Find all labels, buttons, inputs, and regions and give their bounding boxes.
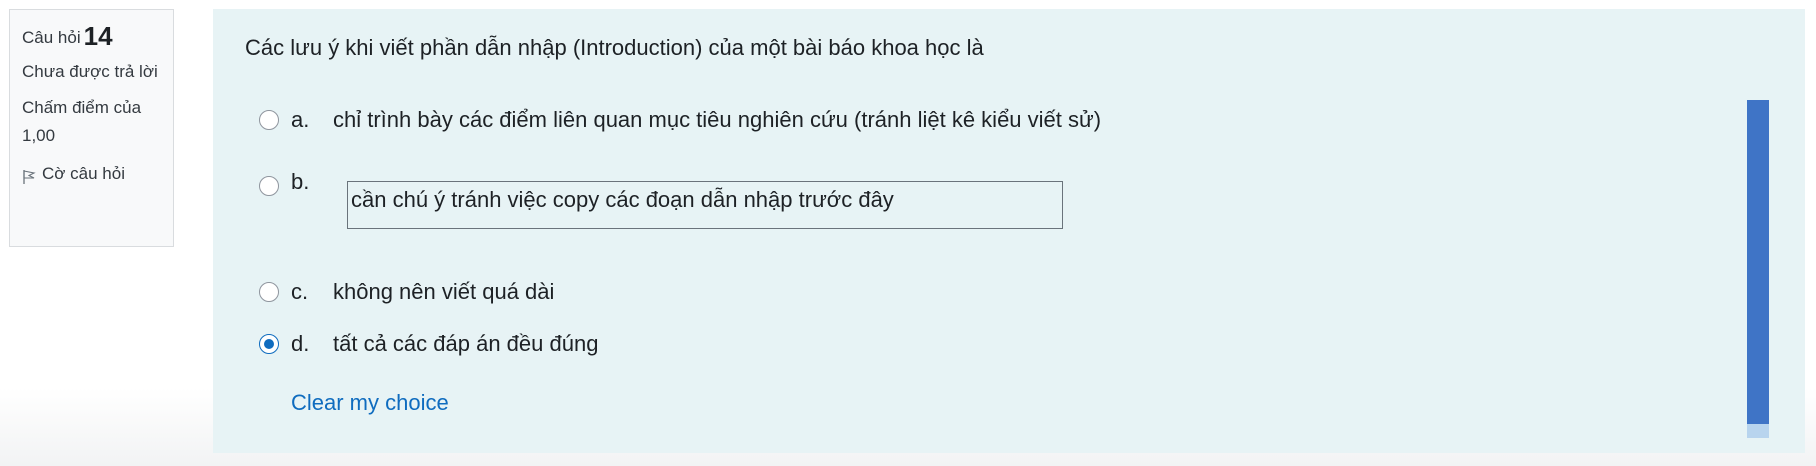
answer-option-c[interactable]: c. không nên viết quá dài [259,279,554,305]
scrollbar-thumb[interactable] [1747,100,1769,424]
answer-c-text: không nên viết quá dài [333,279,555,304]
answer-a-text: chỉ trình bày các điểm liên quan mục tiê… [333,107,1102,132]
question-text: Các lưu ý khi viết phần dẫn nhập (Introd… [245,35,984,60]
answer-d-radio[interactable] [259,334,279,354]
answer-d-letter: d. [291,331,310,356]
answer-a-letter: a. [291,107,310,132]
answer-option-a[interactable]: a. chỉ trình bày các điểm liên quan mục … [259,107,1101,133]
answer-option-d[interactable]: d. tất cả các đáp án đều đúng [259,331,598,357]
answer-b-radio[interactable] [259,176,279,196]
answer-c-radio[interactable] [259,282,279,302]
flag-question-button[interactable]: Cờ câu hỏi [22,160,161,188]
answer-b-letter: b. [291,169,310,194]
answer-d-text: tất cả các đáp án đều đúng [333,331,599,356]
question-number-line: Câu hỏi 14 [22,22,161,52]
question-grade: Chấm điểm của 1,00 [22,98,142,145]
question-content-panel: Các lưu ý khi viết phần dẫn nhập (Introd… [213,9,1805,453]
scrollbar[interactable] [1747,100,1769,438]
flag-icon [22,166,36,184]
question-info-box: Câu hỏi 14 Chưa được trả lời Chấm điểm củ… [9,9,174,247]
answer-a-radio[interactable] [259,110,279,130]
answer-b-text[interactable]: cần chú ý tránh việc copy các đoạn dẫn n… [347,181,1063,229]
flag-label: Cờ câu hỏi [42,164,125,183]
clear-choice-link[interactable]: Clear my choice [291,390,449,416]
question-number: 14 [83,21,113,51]
question-status: Chưa được trả lời [22,62,158,81]
answer-c-letter: c. [291,279,309,304]
question-label: Câu hỏi [22,28,81,47]
